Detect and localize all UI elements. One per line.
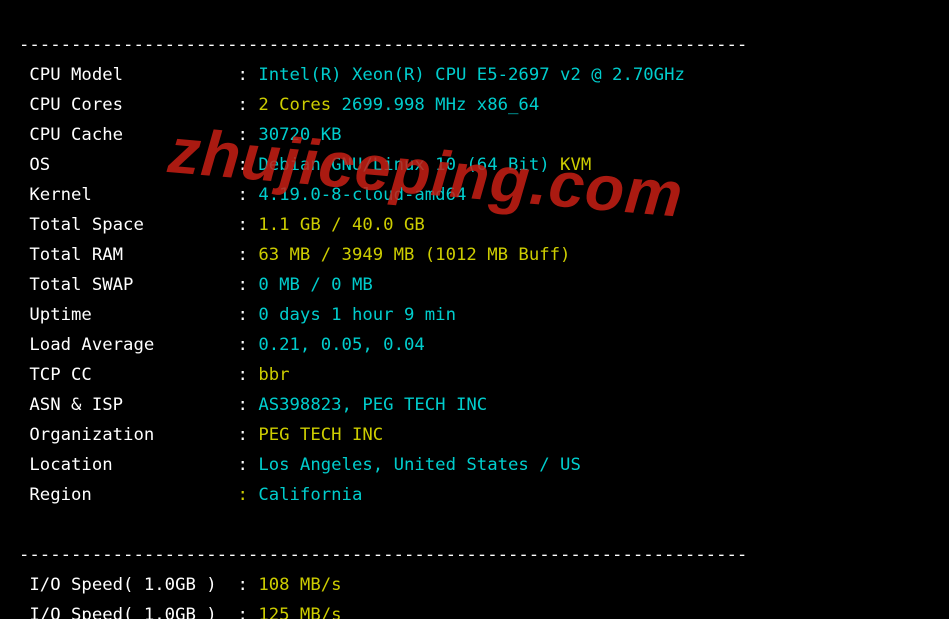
spec-lines: CPU Model : Intel(R) Xeon(R) CPU E5-2697… bbox=[19, 60, 949, 510]
divider-top: ----------------------------------------… bbox=[19, 35, 747, 55]
colon-separator: : bbox=[238, 575, 259, 595]
spec-value: PEG TECH INC bbox=[258, 425, 383, 445]
spec-row: ASN & ISP : AS398823, PEG TECH INC bbox=[19, 390, 949, 420]
spec-row: Organization : PEG TECH INC bbox=[19, 420, 949, 450]
spec-row: CPU Model : Intel(R) Xeon(R) CPU E5-2697… bbox=[19, 60, 949, 90]
colon-separator: : bbox=[238, 395, 259, 415]
spec-row: CPU Cache : 30720 KB bbox=[19, 120, 949, 150]
colon-separator: : bbox=[238, 95, 259, 115]
spec-label: Total RAM bbox=[19, 245, 238, 265]
spec-value: KVM bbox=[560, 155, 591, 175]
spec-row: Region : California bbox=[19, 480, 949, 510]
spec-value: Debian GNU/Linux 10 (64 Bit) bbox=[258, 155, 560, 175]
spec-row: Uptime : 0 days 1 hour 9 min bbox=[19, 300, 949, 330]
spec-label: Total SWAP bbox=[19, 275, 238, 295]
spec-value: AS398823, PEG TECH INC bbox=[258, 395, 487, 415]
colon-separator: : bbox=[238, 65, 259, 85]
spec-row: OS : Debian GNU/Linux 10 (64 Bit) KVM bbox=[19, 150, 949, 180]
io-value: 108 MB/s bbox=[258, 575, 341, 595]
spec-label: Region bbox=[19, 485, 238, 505]
colon-separator: : bbox=[238, 305, 259, 325]
spec-row: Kernel : 4.19.0-8-cloud-amd64 bbox=[19, 180, 949, 210]
terminal-output: ----------------------------------------… bbox=[0, 0, 949, 619]
spec-value: bbr bbox=[258, 365, 289, 385]
colon-separator: : bbox=[238, 155, 259, 175]
spec-value: Los Angeles, United States / US bbox=[258, 455, 581, 475]
spec-label: TCP CC bbox=[19, 365, 238, 385]
spec-value: 63 MB / 3949 MB (1012 MB Buff) bbox=[258, 245, 570, 265]
colon-separator: : bbox=[238, 215, 259, 235]
colon-separator: : bbox=[238, 485, 259, 505]
spec-label: Organization bbox=[19, 425, 238, 445]
colon-separator: : bbox=[238, 335, 259, 355]
spec-value: 1.1 GB / 40.0 GB bbox=[258, 215, 424, 235]
divider-mid: ----------------------------------------… bbox=[19, 545, 747, 565]
colon-separator: : bbox=[238, 605, 259, 619]
spec-row: Total SWAP : 0 MB / 0 MB bbox=[19, 270, 949, 300]
io-label: I/O Speed( 1.0GB ) bbox=[19, 575, 238, 595]
colon-separator: : bbox=[238, 275, 259, 295]
spec-label: ASN & ISP bbox=[19, 395, 238, 415]
colon-separator: : bbox=[238, 185, 259, 205]
io-row: I/O Speed( 1.0GB ) : 125 MB/s bbox=[19, 600, 949, 619]
spec-value: 2699.998 MHz x86_64 bbox=[342, 95, 540, 115]
spec-row: Load Average : 0.21, 0.05, 0.04 bbox=[19, 330, 949, 360]
spec-row: Total Space : 1.1 GB / 40.0 GB bbox=[19, 210, 949, 240]
spec-row: Location : Los Angeles, United States / … bbox=[19, 450, 949, 480]
colon-separator: : bbox=[238, 125, 259, 145]
spec-label: CPU Cores bbox=[19, 95, 238, 115]
spec-row: TCP CC : bbr bbox=[19, 360, 949, 390]
spec-value: 0 days 1 hour 9 min bbox=[258, 305, 456, 325]
spec-label: Load Average bbox=[19, 335, 238, 355]
spec-row: Total RAM : 63 MB / 3949 MB (1012 MB Buf… bbox=[19, 240, 949, 270]
spec-value: Intel(R) Xeon(R) CPU E5-2697 v2 @ 2.70GH… bbox=[258, 65, 685, 85]
spec-value: 2 Cores bbox=[258, 95, 341, 115]
spec-value: 0.21, 0.05, 0.04 bbox=[258, 335, 424, 355]
spec-label: Total Space bbox=[19, 215, 238, 235]
io-row: I/O Speed( 1.0GB ) : 108 MB/s bbox=[19, 570, 949, 600]
spec-row: CPU Cores : 2 Cores 2699.998 MHz x86_64 bbox=[19, 90, 949, 120]
spec-label: CPU Model bbox=[19, 65, 238, 85]
colon-separator: : bbox=[238, 455, 259, 475]
spec-label: Uptime bbox=[19, 305, 238, 325]
io-lines: I/O Speed( 1.0GB ) : 108 MB/s I/O Speed(… bbox=[19, 570, 949, 619]
spec-value: 0 MB / 0 MB bbox=[258, 275, 372, 295]
spec-label: Location bbox=[19, 455, 238, 475]
spec-label: Kernel bbox=[19, 185, 238, 205]
colon-separator: : bbox=[238, 365, 259, 385]
spec-value: 30720 KB bbox=[258, 125, 341, 145]
io-value: 125 MB/s bbox=[258, 605, 341, 619]
colon-separator: : bbox=[238, 245, 259, 265]
spec-value: California bbox=[258, 485, 362, 505]
io-label: I/O Speed( 1.0GB ) bbox=[19, 605, 238, 619]
spec-value: 4.19.0-8-cloud-amd64 bbox=[258, 185, 466, 205]
spec-label: CPU Cache bbox=[19, 125, 238, 145]
spec-label: OS bbox=[19, 155, 238, 175]
colon-separator: : bbox=[238, 425, 259, 445]
